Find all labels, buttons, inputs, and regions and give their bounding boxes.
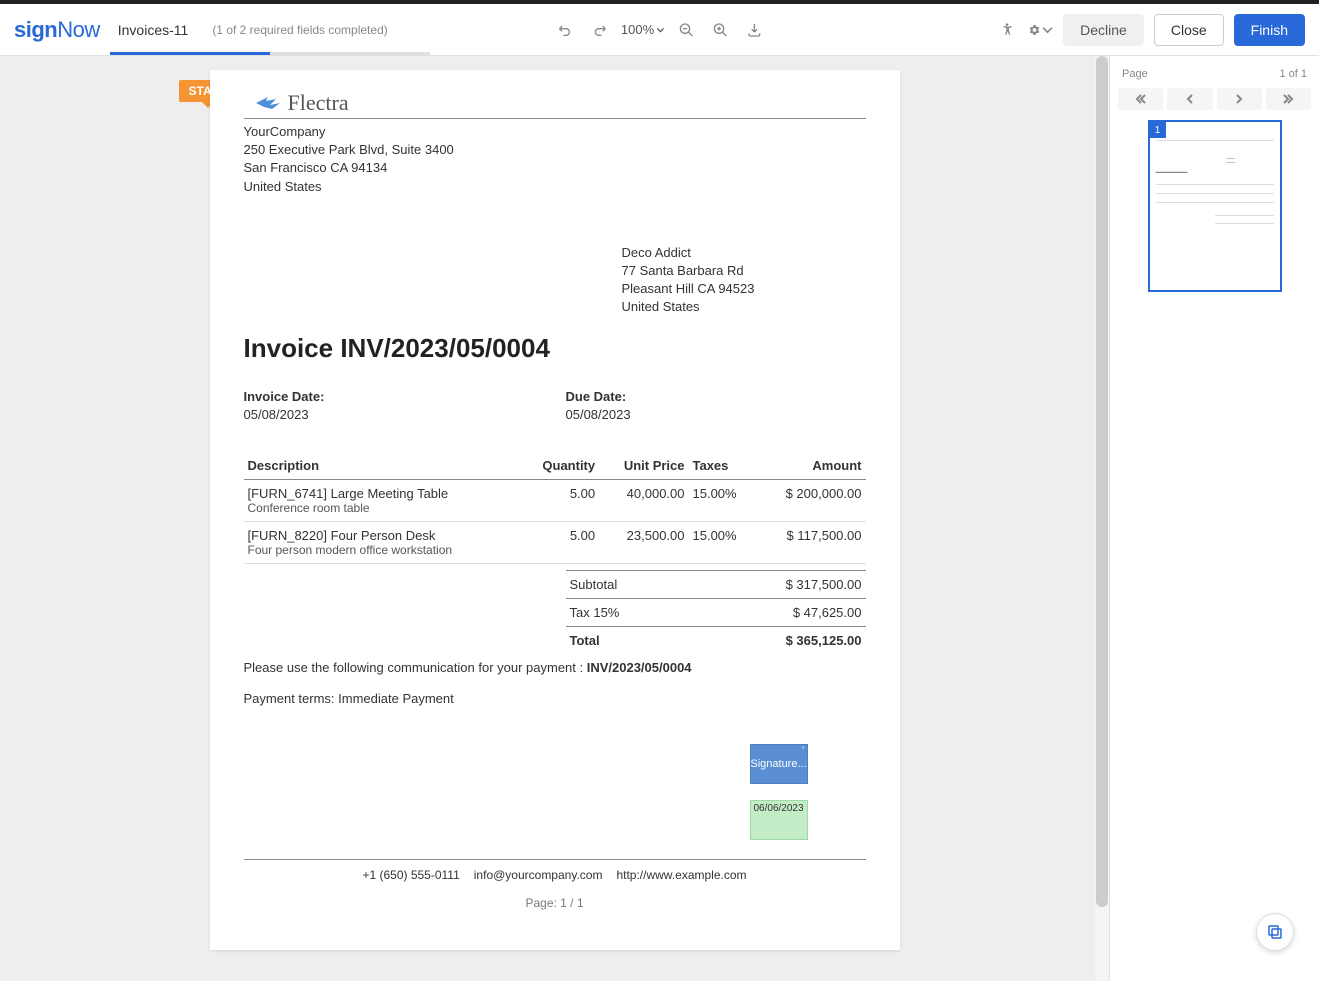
th-taxes: Taxes: [689, 452, 757, 480]
total-label: Total: [570, 633, 600, 648]
table-row: [FURN_6741] Large Meeting TableConferenc…: [244, 479, 866, 521]
zoom-in-icon: [712, 22, 728, 38]
chevron-down-icon: [656, 26, 664, 34]
footer-page: Page: 1 / 1: [244, 896, 866, 910]
invoice-table: Description Quantity Unit Price Taxes Am…: [244, 452, 866, 564]
redo-icon: [591, 22, 607, 38]
footer-url: http://www.example.com: [616, 868, 746, 882]
date-field[interactable]: 06/06/2023: [750, 800, 808, 840]
page-footer: +1 (650) 555-0111 info@yourcompany.com h…: [244, 859, 866, 910]
zoom-out-button[interactable]: [674, 18, 698, 42]
payment-terms: Payment terms: Immediate Payment: [244, 691, 866, 706]
accessibility-button[interactable]: [995, 18, 1019, 42]
chevron-left-icon: [1184, 93, 1196, 105]
th-amount: Amount: [756, 452, 865, 480]
settings-button[interactable]: [1029, 18, 1053, 42]
zoom-out-icon: [678, 22, 694, 38]
nav-page-label: Page: [1122, 68, 1148, 80]
signature-field[interactable]: * Signature...: [750, 744, 808, 784]
nav-page-count: 1 of 1: [1279, 68, 1307, 80]
th-description: Description: [244, 452, 521, 480]
gear-icon: [1029, 22, 1040, 38]
invoice-title: Invoice INV/2023/05/0004: [244, 333, 866, 364]
document-title: Invoices-11: [118, 22, 189, 38]
document-page: Flectra YourCompany 250 Executive Park B…: [210, 70, 900, 950]
download-icon: [746, 22, 762, 38]
due-date-label: Due Date:: [566, 388, 631, 406]
th-unit-price: Unit Price: [599, 452, 688, 480]
nav-last-button[interactable]: [1266, 88, 1311, 110]
zoom-dropdown[interactable]: 100%: [621, 22, 664, 37]
invoice-date-label: Invoice Date:: [244, 388, 566, 406]
toolbar-right: Decline Close Finish: [995, 14, 1305, 46]
tax-label: Tax 15%: [570, 605, 620, 620]
chevron-down-icon: [1042, 22, 1053, 38]
undo-button[interactable]: [553, 18, 577, 42]
footer-phone: +1 (650) 555-0111: [362, 868, 459, 882]
page-thumbnail[interactable]: 1 ▬▬▬▬▬▬ ▬▬▬▬▬▬▬▬: [1148, 120, 1282, 292]
chevron-right-icon: [1233, 93, 1245, 105]
undo-icon: [557, 22, 573, 38]
floating-action-button[interactable]: [1256, 913, 1294, 951]
signnow-logo: signNow: [14, 17, 100, 43]
nav-first-button[interactable]: [1118, 88, 1163, 110]
flectra-bird-icon: [254, 91, 284, 115]
main-area: START Flectra YourCompany 250 Executive …: [0, 56, 1319, 981]
navigation-panel: Page 1 of 1 1 ▬▬▬▬▬▬: [1109, 56, 1319, 981]
due-date-value: 05/08/2023: [566, 406, 631, 424]
dates-row: Invoice Date: 05/08/2023 Due Date: 05/08…: [244, 388, 866, 424]
nav-next-button[interactable]: [1217, 88, 1262, 110]
decline-button[interactable]: Decline: [1063, 14, 1144, 46]
scrollbar[interactable]: [1095, 56, 1109, 981]
customer-address: Deco Addict 77 Santa Barbara Rd Pleasant…: [622, 244, 866, 317]
subtotal-value: $ 317,500.00: [786, 577, 862, 592]
footer-email: info@yourcompany.com: [474, 868, 603, 882]
tax-value: $ 47,625.00: [793, 605, 862, 620]
th-quantity: Quantity: [520, 452, 599, 480]
company-address: YourCompany 250 Executive Park Blvd, Sui…: [244, 123, 866, 196]
copy-icon: [1266, 923, 1284, 941]
double-chevron-right-icon: [1282, 93, 1294, 105]
download-button[interactable]: [742, 18, 766, 42]
progress-bar: [110, 52, 430, 55]
progress-text: (1 of 2 required fields completed): [212, 23, 387, 37]
accessibility-icon: [999, 22, 1015, 38]
communication-text: Please use the following communication f…: [244, 660, 866, 675]
subtotal-label: Subtotal: [570, 577, 618, 592]
table-row: [FURN_8220] Four Person DeskFour person …: [244, 521, 866, 563]
totals-block: Subtotal $ 317,500.00 Tax 15% $ 47,625.0…: [566, 570, 866, 654]
close-button[interactable]: Close: [1154, 14, 1224, 46]
document-viewport[interactable]: START Flectra YourCompany 250 Executive …: [0, 56, 1109, 981]
nav-prev-button[interactable]: [1167, 88, 1212, 110]
flectra-logo: Flectra: [254, 90, 866, 116]
double-chevron-left-icon: [1135, 93, 1147, 105]
invoice-date-value: 05/08/2023: [244, 406, 566, 424]
redo-button[interactable]: [587, 18, 611, 42]
toolbar-center: 100%: [553, 18, 766, 42]
app-header: signNow Invoices-11 (1 of 2 required fie…: [0, 4, 1319, 56]
zoom-in-button[interactable]: [708, 18, 732, 42]
finish-button[interactable]: Finish: [1234, 14, 1305, 46]
total-value: $ 365,125.00: [786, 633, 862, 648]
